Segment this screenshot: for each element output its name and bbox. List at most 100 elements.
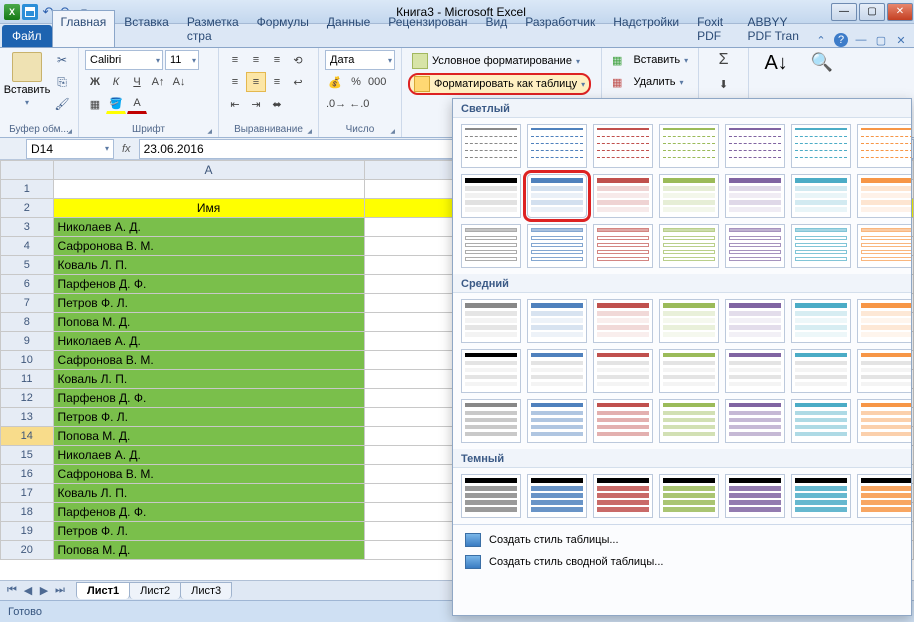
cell[interactable]: Попова М. Д. <box>53 541 364 560</box>
table-style-swatch[interactable] <box>659 124 719 168</box>
row-header[interactable]: 4 <box>1 237 54 256</box>
underline-button[interactable]: Ч <box>127 72 147 92</box>
table-style-swatch[interactable] <box>659 224 719 268</box>
table-style-swatch[interactable] <box>857 474 912 518</box>
align-bottom-icon[interactable]: ≡ <box>267 50 287 70</box>
table-style-swatch[interactable] <box>725 124 785 168</box>
cell[interactable]: Петров Ф. Л. <box>53 294 364 313</box>
sheet-tab[interactable]: Лист1 <box>76 582 130 599</box>
table-style-swatch[interactable] <box>527 474 587 518</box>
sheet-nav-prev-icon[interactable]: ◀ <box>20 584 36 597</box>
table-style-swatch[interactable] <box>527 124 587 168</box>
insert-cells-button[interactable]: ▦ Вставить▾ <box>608 50 692 70</box>
table-style-swatch[interactable] <box>659 299 719 343</box>
increase-indent-icon[interactable]: ⇥ <box>246 94 266 114</box>
table-style-swatch[interactable] <box>593 224 653 268</box>
cell[interactable]: Сафронова В. М. <box>53 237 364 256</box>
table-style-swatch[interactable] <box>725 474 785 518</box>
close-button[interactable]: ✕ <box>887 3 913 21</box>
table-style-swatch[interactable] <box>791 299 851 343</box>
row-header[interactable]: 2 <box>1 199 54 218</box>
row-header[interactable]: 6 <box>1 275 54 294</box>
ribbon-tab[interactable]: Надстройки <box>604 10 688 47</box>
cell[interactable]: Коваль Л. П. <box>53 256 364 275</box>
ribbon-tab[interactable]: Разработчик <box>516 10 604 47</box>
comma-icon[interactable]: 000 <box>367 72 387 92</box>
table-style-swatch[interactable] <box>527 299 587 343</box>
row-header[interactable]: 15 <box>1 446 54 465</box>
sheet-nav-first-icon[interactable]: ⏮ <box>4 584 20 597</box>
name-box[interactable]: D14 <box>26 139 114 159</box>
table-style-swatch[interactable] <box>461 174 521 218</box>
row-header[interactable]: 16 <box>1 465 54 484</box>
fill-icon[interactable]: ⬇ <box>714 74 734 94</box>
file-tab[interactable]: Файл <box>2 25 52 47</box>
table-style-swatch[interactable] <box>857 399 912 443</box>
cell[interactable]: Николаев А. Д. <box>53 218 364 237</box>
orientation-icon[interactable]: ⟲ <box>288 50 308 70</box>
align-right-icon[interactable]: ≡ <box>267 72 287 92</box>
align-top-icon[interactable]: ≡ <box>225 50 245 70</box>
cut-icon[interactable]: ✂ <box>52 50 72 70</box>
decrease-decimal-icon[interactable]: ←.0 <box>348 94 370 114</box>
wrap-text-icon[interactable]: ↩ <box>288 72 308 92</box>
ribbon-tab[interactable]: Формулы <box>248 10 318 47</box>
row-header[interactable]: 1 <box>1 180 54 199</box>
help-icon[interactable]: ? <box>834 33 848 47</box>
increase-font-icon[interactable]: A↑ <box>148 72 168 92</box>
decrease-font-icon[interactable]: A↓ <box>169 72 189 92</box>
font-name-combo[interactable]: Calibri <box>85 50 163 70</box>
table-style-swatch[interactable] <box>791 474 851 518</box>
cell[interactable]: Парфенов Д. Ф. <box>53 503 364 522</box>
column-header[interactable]: A <box>53 161 364 180</box>
table-style-swatch[interactable] <box>659 349 719 393</box>
table-style-swatch[interactable] <box>593 349 653 393</box>
cell[interactable]: Парфенов Д. Ф. <box>53 389 364 408</box>
ribbon-tab[interactable]: Главная <box>52 10 116 47</box>
table-style-swatch[interactable] <box>659 174 719 218</box>
decrease-indent-icon[interactable]: ⇤ <box>225 94 245 114</box>
delete-cells-button[interactable]: ▦ Удалить▾ <box>608 72 687 92</box>
merge-center-icon[interactable]: ⬌ <box>267 94 287 114</box>
cell[interactable]: Попова М. Д. <box>53 427 364 446</box>
excel-icon[interactable]: X <box>4 4 20 20</box>
fx-icon[interactable]: fx <box>114 143 139 155</box>
table-style-swatch[interactable] <box>857 174 912 218</box>
sheet-nav-next-icon[interactable]: ▶ <box>36 584 52 597</box>
row-header[interactable]: 3 <box>1 218 54 237</box>
cell[interactable]: Имя <box>53 199 364 218</box>
table-style-swatch[interactable] <box>791 399 851 443</box>
maximize-button[interactable]: ▢ <box>859 3 885 21</box>
table-style-swatch[interactable] <box>791 124 851 168</box>
fill-color-icon[interactable]: 🪣 <box>106 94 126 114</box>
table-style-swatch[interactable] <box>593 124 653 168</box>
italic-button[interactable]: К <box>106 72 126 92</box>
row-header[interactable]: 19 <box>1 522 54 541</box>
format-painter-icon[interactable]: 🖌 <box>52 94 72 114</box>
table-style-swatch[interactable] <box>725 349 785 393</box>
table-style-swatch[interactable] <box>461 124 521 168</box>
align-left-icon[interactable]: ≡ <box>225 72 245 92</box>
percent-icon[interactable]: % <box>346 72 366 92</box>
mdi-restore-icon[interactable]: ▢ <box>874 33 888 47</box>
row-header[interactable]: 17 <box>1 484 54 503</box>
sort-filter-button[interactable]: A↓ <box>755 50 797 75</box>
font-color-icon[interactable]: A <box>127 94 147 114</box>
table-style-swatch[interactable] <box>593 474 653 518</box>
row-header[interactable]: 5 <box>1 256 54 275</box>
copy-icon[interactable]: ⎘ <box>52 72 72 92</box>
table-style-swatch[interactable] <box>461 224 521 268</box>
save-icon[interactable] <box>22 4 38 20</box>
row-header[interactable]: 13 <box>1 408 54 427</box>
table-style-swatch[interactable] <box>527 399 587 443</box>
table-style-swatch[interactable] <box>461 349 521 393</box>
row-header[interactable]: 12 <box>1 389 54 408</box>
cell[interactable]: Коваль Л. П. <box>53 484 364 503</box>
table-style-swatch[interactable] <box>791 224 851 268</box>
new-table-style-button[interactable]: Создать стиль таблицы... <box>453 529 911 551</box>
table-style-swatch[interactable] <box>857 224 912 268</box>
ribbon-tab[interactable]: Разметка стра <box>178 10 248 47</box>
font-size-combo[interactable]: 11 <box>165 50 199 70</box>
table-style-swatch[interactable] <box>527 174 587 218</box>
cell[interactable]: Парфенов Д. Ф. <box>53 275 364 294</box>
